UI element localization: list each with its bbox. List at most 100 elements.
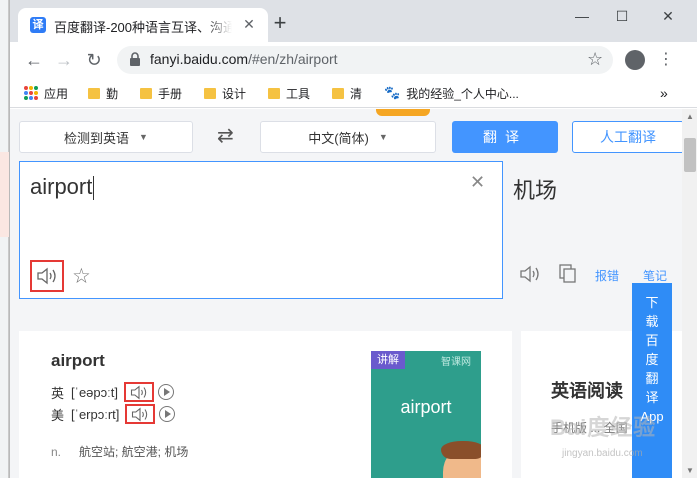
promo-word: airport	[400, 397, 452, 417]
caret-down-icon: ▼	[139, 132, 148, 142]
definition-text: 航空站; 航空港; 机场	[79, 445, 189, 459]
source-text-value: airport	[30, 174, 93, 199]
baidu-translate-favicon-icon: 译	[30, 17, 46, 33]
lock-icon	[130, 52, 140, 66]
speaker-icon	[132, 407, 148, 422]
watermark-url: jingyan.baidu.com	[562, 448, 643, 459]
folder-icon	[268, 87, 280, 99]
source-text-area[interactable]: airport ✕ ☆	[19, 161, 503, 299]
menu-kebab-icon[interactable]: ⋮	[658, 49, 674, 71]
scrollbar-thumb[interactable]	[684, 138, 696, 172]
forward-arrow-icon[interactable]: →	[52, 48, 76, 72]
back-arrow-icon[interactable]: ←	[22, 48, 46, 72]
bookmark-folder-sheji[interactable]: 设计	[204, 84, 246, 102]
reload-icon[interactable]: ↻	[82, 48, 106, 72]
url-text: fanyi.baidu.com/#en/zh/airport	[150, 51, 338, 67]
promo-tag: 讲解	[371, 351, 405, 369]
address-bar[interactable]: fanyi.baidu.com/#en/zh/airport ☆	[117, 46, 613, 74]
dictionary-word: airport	[51, 351, 105, 370]
maximize-button[interactable]: ☐	[608, 6, 636, 26]
us-phonetic: [ˈerpɔːrt]	[71, 406, 120, 422]
tab-close-icon[interactable]: ✕	[240, 15, 258, 33]
part-of-speech: n.	[51, 445, 62, 459]
speaker-icon[interactable]	[519, 265, 541, 283]
bookmark-folder-qing[interactable]: 清	[332, 84, 362, 102]
apps-grid-icon	[24, 86, 38, 100]
favorite-star-icon[interactable]: ☆	[72, 264, 91, 289]
cartoon-hair-illustration	[441, 441, 481, 459]
target-language-select[interactable]: 中文(简体) ▼	[260, 121, 436, 153]
bookmark-folder-shouce[interactable]: 手册	[140, 84, 182, 102]
translate-button[interactable]: 翻译	[452, 121, 558, 153]
us-play-icon[interactable]	[159, 406, 176, 422]
baidu-paw-icon: 🐾	[384, 85, 401, 100]
bookmark-apps[interactable]: 应用	[24, 84, 68, 102]
speaker-icon	[130, 385, 147, 400]
swap-languages-icon[interactable]: ⇄	[217, 123, 234, 148]
bookmarks-overflow-button[interactable]: »	[660, 84, 668, 102]
bookmark-label: 工具	[286, 86, 311, 101]
download-app-char: 载	[645, 314, 659, 329]
download-app-char: 下	[645, 295, 659, 310]
folder-icon	[204, 87, 216, 99]
human-translate-button[interactable]: 人工翻译	[572, 121, 682, 153]
bookmark-label: 手册	[158, 86, 183, 101]
report-error-link[interactable]: 报错	[595, 267, 619, 284]
scroll-down-icon[interactable]: ▼	[686, 466, 694, 475]
scroll-up-icon[interactable]: ▲	[686, 112, 694, 121]
source-speaker-button[interactable]	[30, 260, 64, 292]
bookmark-label: 清	[350, 86, 363, 101]
copy-icon[interactable]	[559, 264, 577, 283]
folder-icon	[88, 87, 100, 99]
folder-icon	[140, 87, 152, 99]
dictionary-card: airport 英 [ˈeəpɔːt] 美 [ˈerpɔːrt] n. 航空站;…	[19, 331, 512, 478]
download-app-char: 度	[645, 352, 659, 367]
bookmark-label: 应用	[44, 86, 69, 101]
bookmark-label: 我的经验_个人中心...	[406, 86, 519, 101]
caret-down-icon: ▼	[378, 132, 388, 142]
folder-icon	[332, 87, 344, 99]
bookmarks-bar: 应用 勤 手册 设计 工具 清 🐾 我的经验_个人中心... »	[10, 78, 697, 108]
uk-play-icon[interactable]	[157, 384, 174, 400]
video-lesson-thumbnail[interactable]: 讲解 智课网 airport	[371, 351, 481, 478]
download-app-char: 百	[645, 333, 659, 348]
url-path: /#en/zh/airport	[248, 51, 338, 67]
source-language-select[interactable]: 检测到英语 ▼	[19, 121, 193, 153]
tab-baidu-translate[interactable]: 译 百度翻译-200种语言互译、沟通全世界！ ✕	[18, 8, 268, 42]
notes-link[interactable]: 笔记	[643, 267, 667, 284]
us-pronunciation-row: 美 [ˈerpɔːrt]	[51, 404, 176, 424]
reading-title: 英语阅读	[551, 381, 623, 401]
download-app-label: 下载百度翻译 App	[632, 293, 672, 426]
watermark-logo: Bai度经验	[550, 415, 657, 440]
us-label: 美	[51, 407, 65, 423]
promo-tip-tab	[376, 109, 430, 116]
tab-title: 百度翻译-200种语言互译、沟通全世界！	[54, 20, 232, 35]
bookmark-folder-gongju[interactable]: 工具	[268, 84, 310, 102]
profile-avatar-icon[interactable]	[625, 50, 645, 70]
clear-input-icon[interactable]: ✕	[470, 172, 485, 193]
text-cursor	[93, 176, 95, 201]
uk-speaker-button[interactable]	[123, 382, 154, 402]
promo-brand: 智课网	[441, 357, 471, 368]
translation-text: 机场	[513, 178, 558, 203]
minimize-button[interactable]: —	[568, 6, 596, 26]
download-app-char: 译	[645, 390, 659, 405]
browser-toolbar: ← → ↻ fanyi.baidu.com/#en/zh/airport ☆ ⋮	[10, 42, 697, 78]
download-app-char: 翻	[645, 371, 659, 386]
source-language-label: 检测到英语	[64, 130, 130, 146]
browser-window: 译 百度翻译-200种语言互译、沟通全世界！ ✕ + — ☐ ✕ ← → ↻ f…	[9, 0, 697, 478]
uk-pronunciation-row: 英 [ˈeəpɔːt]	[51, 382, 174, 402]
target-language-label: 中文(简体)	[308, 130, 369, 146]
speaker-icon	[37, 267, 56, 285]
definition-row: n. 航空站; 航空港; 机场	[51, 443, 188, 460]
bookmark-star-icon[interactable]: ☆	[587, 49, 603, 70]
uk-label: 英	[51, 385, 65, 401]
uk-phonetic: [ˈeəpɔːt]	[71, 384, 118, 400]
new-tab-button[interactable]: +	[270, 12, 290, 34]
close-window-button[interactable]: ✕	[654, 6, 682, 26]
bookmark-label: 勤	[106, 86, 119, 101]
bookmark-my-experience[interactable]: 🐾 我的经验_个人中心...	[384, 84, 519, 102]
source-text[interactable]: airport	[30, 174, 95, 201]
bookmark-folder-qin[interactable]: 勤	[88, 84, 118, 102]
us-speaker-button[interactable]	[125, 404, 156, 424]
